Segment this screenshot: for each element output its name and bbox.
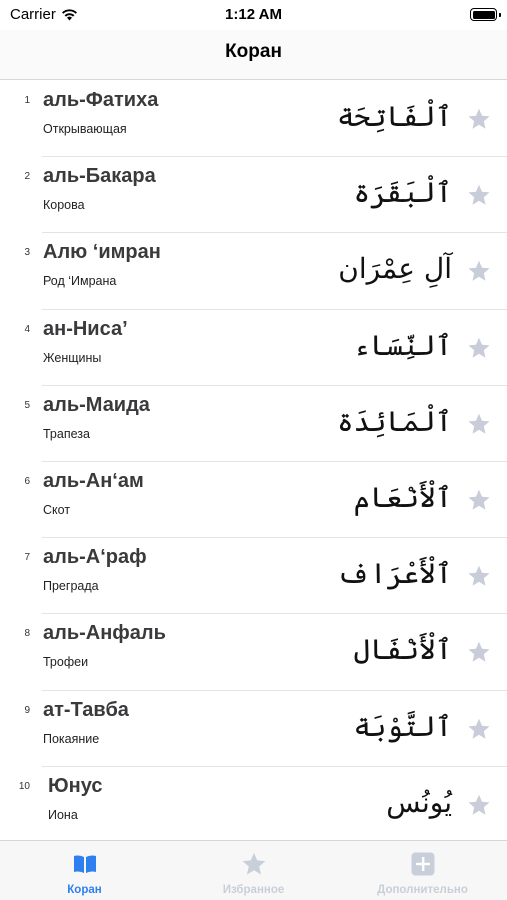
star-icon [468, 642, 490, 663]
star-icon [468, 489, 490, 510]
surah-meaning: Скот [43, 502, 71, 517]
favorite-button[interactable] [467, 412, 491, 436]
favorite-button[interactable] [467, 564, 491, 588]
surah-row[interactable]: 10 Юнус Иона يُونُس [0, 767, 507, 840]
surah-name: Алю ‘имран [43, 241, 161, 264]
favorite-button[interactable] [467, 488, 491, 512]
surah-number: 2 [24, 171, 30, 183]
surah-number: 9 [24, 704, 30, 716]
favorite-button[interactable] [467, 717, 491, 741]
surah-number: 8 [24, 628, 30, 640]
surah-number: 7 [24, 552, 30, 564]
surah-arabic-name: ٱلْأَعْرَاف [337, 557, 452, 591]
surah-arabic-name: ٱلنِّسَاء [353, 328, 452, 362]
favorite-button[interactable] [467, 259, 491, 283]
surah-row[interactable]: 8 аль-Анфаль Трофеи ٱلْأَنْفَال [0, 614, 507, 691]
surah-row[interactable]: 7 аль-А‘раф Преграда ٱلْأَعْرَاف [0, 538, 507, 615]
surah-number: 3 [24, 247, 30, 259]
clock: 1:12 AM [225, 6, 282, 23]
favorite-button[interactable] [467, 793, 491, 817]
book-icon [72, 851, 98, 877]
surah-name: аль-Анфаль [43, 622, 166, 645]
surah-number: 5 [24, 399, 30, 411]
surah-meaning: Открывающая [43, 122, 127, 136]
surah-name: Юнус [48, 774, 103, 797]
surah-arabic-name: آلِ عِمْرَان [338, 252, 452, 286]
favorite-button[interactable] [467, 336, 491, 360]
surah-name: аль-А‘раф [43, 546, 147, 569]
surah-row[interactable]: 6 аль-Ан‘ам Скот ٱلْأَنْعَام [0, 462, 507, 539]
star-icon [468, 718, 490, 739]
surah-arabic-name: ٱلتَّوْبَة [353, 709, 452, 743]
plus-icon [410, 851, 436, 877]
surah-row[interactable]: 5 аль-Маида Трапеза ٱلْمَائِدَة [0, 386, 507, 463]
surah-meaning: Трофеи [43, 655, 89, 670]
tab-label: Коран [67, 884, 102, 896]
favorite-button[interactable] [467, 640, 491, 664]
star-icon [468, 261, 490, 282]
tab-bar: Коран Избранное Дополнительно [0, 840, 507, 900]
tab-quran[interactable]: Коран [0, 841, 169, 900]
surah-number: 1 [24, 95, 30, 106]
star-icon [241, 851, 267, 877]
surah-arabic-name: ٱلْأَنْفَال [353, 633, 452, 667]
surah-arabic-name: ٱلْمَائِدَة [337, 404, 452, 438]
surah-row[interactable]: 1 аль-Фатиха Открывающая ٱلْفَاتِحَة [0, 81, 507, 158]
surah-row[interactable]: 3 Алю ‘имран Род ‘Имрана آلِ عِمْرَان [0, 233, 507, 310]
surah-row[interactable]: 9 ат-Тавба Покаяние ٱلتَّوْبَة [0, 691, 507, 767]
surah-name: ан-Ниса’ [43, 317, 128, 340]
surah-meaning: Женщины [43, 350, 102, 365]
surah-name: аль-Бакара [43, 165, 156, 188]
tab-more[interactable]: Дополнительно [338, 841, 507, 900]
surah-meaning: Покаяние [43, 731, 100, 746]
surah-name: ат-Тавба [43, 698, 129, 721]
surah-row[interactable]: 4 ан-Ниса’ Женщины ٱلنِّسَاء [0, 310, 507, 386]
star-icon [468, 413, 490, 434]
surah-arabic-name: يُونُس [386, 785, 452, 819]
surah-meaning: Иона [48, 807, 78, 822]
surah-arabic-name: ٱلْأَنْعَام [353, 480, 452, 514]
battery-icon [470, 8, 501, 21]
surah-meaning: Корова [43, 198, 85, 213]
surah-name: аль-Ан‘ам [43, 469, 144, 492]
surah-arabic-name: ٱلْفَاتِحَة [337, 100, 452, 133]
surah-meaning: Преграда [43, 579, 99, 594]
surah-number: 6 [24, 475, 30, 487]
navigation-bar: Коран [0, 30, 507, 80]
star-icon [468, 565, 490, 586]
surah-list[interactable]: 1 аль-Фатиха Открывающая ٱلْفَاتِحَة 2 аль-Ба… [0, 81, 507, 840]
favorite-button[interactable] [467, 183, 491, 207]
page-title: Коран [225, 41, 282, 62]
surah-row[interactable]: 2 аль-Бакара Корова ٱلْبَقَرَة [0, 157, 507, 234]
status-bar: Carrier 1:12 AM [0, 0, 507, 30]
surah-number: 10 [18, 780, 30, 792]
surah-meaning: Род ‘Имрана [43, 274, 117, 289]
star-icon [468, 794, 490, 815]
star-icon [468, 108, 490, 129]
star-icon [468, 337, 490, 358]
star-icon [468, 184, 490, 205]
tab-label: Избранное [222, 884, 285, 896]
favorite-button[interactable] [467, 107, 491, 131]
surah-number: 4 [24, 323, 30, 335]
tab-label: Дополнительно [377, 884, 468, 896]
tab-favorites[interactable]: Избранное [169, 841, 338, 900]
surah-name: аль-Маида [43, 393, 150, 416]
surah-meaning: Трапеза [43, 426, 90, 441]
surah-name: аль-Фатиха [43, 89, 159, 111]
surah-arabic-name: ٱلْبَقَرَة [353, 176, 452, 210]
